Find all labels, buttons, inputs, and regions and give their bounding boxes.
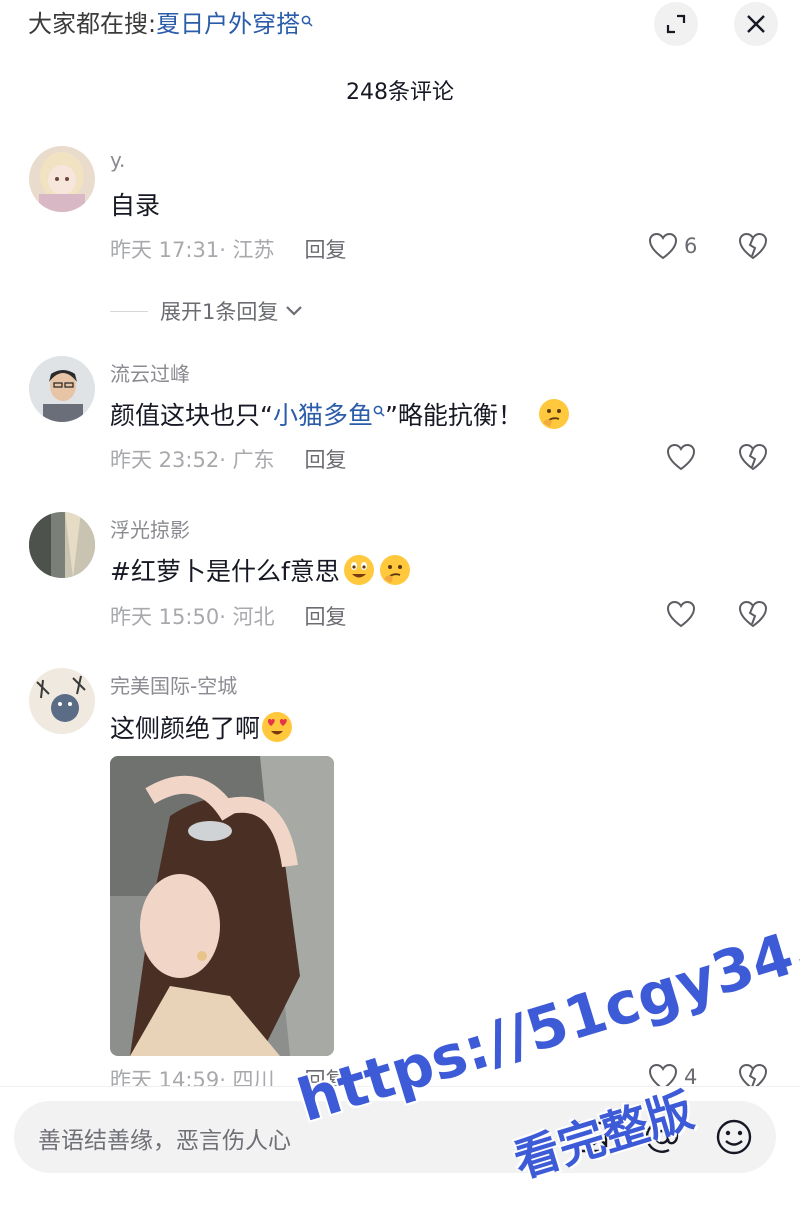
thinking-face-emoji — [538, 399, 569, 429]
expand-replies-button[interactable]: 展开1条回复 — [110, 296, 304, 326]
avatar[interactable] — [29, 356, 95, 422]
like-button[interactable]: 6 — [648, 232, 697, 260]
avatar[interactable] — [29, 512, 95, 578]
comment-text-body: #红萝卜是什么f意思 — [110, 557, 340, 586]
reply-button[interactable]: 回复 — [305, 238, 347, 262]
trending-search[interactable]: 大家都在搜:夏日户外穿搭 — [28, 6, 313, 42]
like-button[interactable] — [666, 443, 696, 471]
heart-icon — [666, 443, 696, 471]
comment-username[interactable]: y. — [110, 148, 125, 172]
comment-text: 自录 — [110, 191, 161, 220]
trending-search-prefix: 大家都在搜: — [28, 10, 157, 38]
reply-button[interactable]: 回复 — [305, 605, 347, 629]
dislike-button[interactable] — [738, 232, 768, 264]
comment-text: 颜值这块也只“ 小猫多鱼 ”略能抗衡！ — [110, 396, 571, 432]
thinking-face-emoji — [379, 555, 410, 585]
reply-button[interactable]: 回复 — [305, 448, 347, 472]
heart-icon — [666, 600, 696, 628]
broken-heart-icon — [738, 600, 768, 628]
chevron-down-icon — [286, 306, 303, 316]
trending-search-keyword[interactable]: 夏日户外穿搭 — [156, 10, 300, 38]
top-bar: 大家都在搜:夏日户外穿搭 — [0, 0, 800, 60]
dislike-button[interactable] — [738, 443, 768, 475]
comment-username[interactable]: 完美国际-空城 — [110, 670, 237, 699]
comment-text-body: 这侧颜绝了啊 — [110, 714, 261, 743]
avatar[interactable] — [29, 668, 95, 734]
broken-heart-icon — [738, 443, 768, 471]
comment-time-location: 昨天 23:52· 广东 — [110, 448, 275, 472]
close-button[interactable] — [734, 2, 778, 46]
divider — [110, 310, 148, 312]
like-count: 6 — [684, 234, 698, 258]
keyword-link[interactable]: 小猫多鱼 — [273, 396, 373, 432]
like-button[interactable] — [666, 600, 696, 628]
grinning-face-emoji — [343, 555, 374, 585]
comment-input[interactable]: 善语结善缘，恶言伤人心 — [14, 1101, 776, 1173]
comment-time-location: 昨天 15:50· 河北 — [110, 605, 275, 629]
comment-image[interactable] — [110, 756, 334, 1056]
avatar[interactable] — [29, 146, 95, 212]
expand-replies-label: 展开1条回复 — [160, 300, 279, 324]
search-icon — [301, 6, 313, 42]
comment-username[interactable]: 流云过峰 — [110, 358, 190, 387]
emoji-icon[interactable] — [714, 1117, 754, 1157]
comment-text-after: ”略能抗衡！ — [384, 401, 523, 430]
expand-button[interactable] — [654, 2, 698, 46]
heart-icon — [648, 232, 678, 260]
search-icon — [373, 394, 385, 423]
comment-text: #红萝卜是什么f意思 — [110, 552, 412, 588]
expand-icon — [666, 14, 686, 34]
at-icon[interactable] — [642, 1117, 682, 1157]
comment-text-before: 颜值这块也只“ — [110, 401, 273, 430]
broken-heart-icon — [738, 232, 768, 260]
comment-count-title: 248条评论 — [346, 80, 454, 105]
comment-username[interactable]: 浮光掠影 — [110, 514, 190, 543]
comment-input-placeholder: 善语结善缘，恶言伤人心 — [38, 1128, 291, 1154]
close-icon — [747, 15, 765, 33]
comment-text: 这侧颜绝了啊 — [110, 709, 294, 745]
comment-time-location: 昨天 17:31· 江苏 — [110, 238, 275, 262]
heart-eyes-emoji — [262, 712, 293, 742]
comment-input-bar: 善语结善缘，恶言伤人心 — [0, 1086, 800, 1222]
dislike-button[interactable] — [738, 600, 768, 632]
image-icon[interactable] — [570, 1117, 610, 1157]
